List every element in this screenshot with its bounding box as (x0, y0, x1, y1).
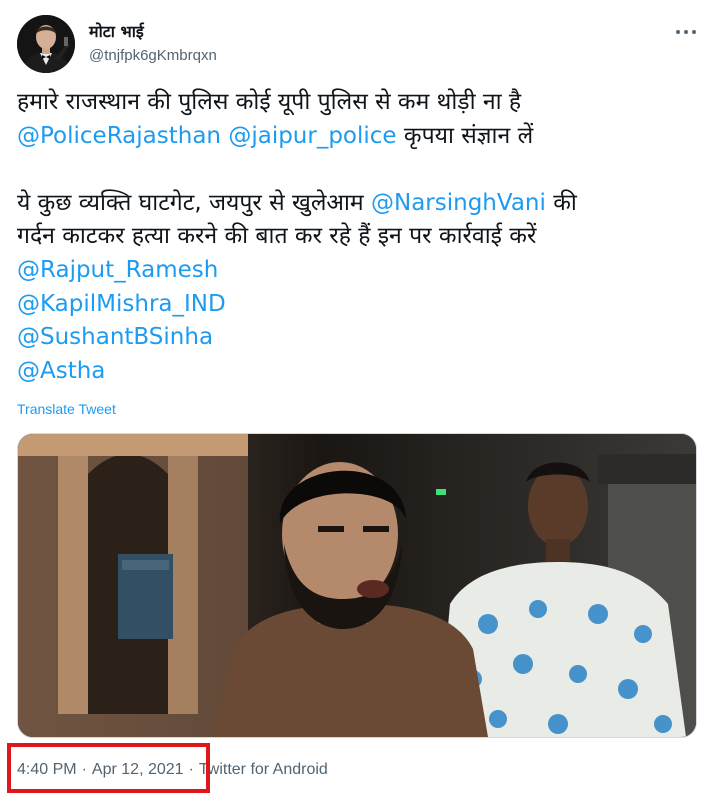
tweet-line-3: ये कुछ व्यक्ति घाटगेट, जयपुर से खुलेआम @… (17, 187, 702, 221)
tweet-media-video[interactable] (17, 433, 697, 738)
mention-link[interactable]: @SushantBSinha (17, 321, 702, 355)
timestamp-highlight-box (7, 743, 210, 793)
tweet-text-fragment: की (545, 189, 577, 216)
tweet-card: मोटा भाई @tnjfpk6gKmbrqxn हमारे राजस्थान… (0, 0, 715, 805)
more-options-button[interactable] (668, 18, 704, 46)
author-name[interactable]: मोटा भाई (89, 20, 144, 42)
tweet-text-fragment: कृपया संज्ञान लें (396, 122, 534, 149)
mention-link[interactable]: @Rajput_Ramesh (17, 254, 702, 288)
more-horizontal-icon (676, 30, 680, 34)
mention-link[interactable]: @KapilMishra_IND (17, 288, 702, 322)
tweet-line-1: हमारे राजस्थान की पुलिस कोई यूपी पुलिस स… (17, 89, 522, 115)
tweet-text: हमारे राजस्थान की पुलिस कोई यूपी पुलिस स… (17, 86, 702, 388)
mention-link[interactable]: @NarsinghVani (371, 190, 546, 216)
mention-link[interactable]: @PoliceRajasthan (17, 123, 221, 149)
translate-tweet-link[interactable]: Translate Tweet (17, 401, 116, 417)
avatar[interactable] (17, 15, 75, 73)
tweet-text-fragment: ये कुछ व्यक्ति घाटगेट, जयपुर से खुलेआम (17, 189, 371, 216)
tweet-source[interactable]: Twitter for Android (199, 761, 328, 779)
mention-link[interactable]: @Astha (17, 355, 702, 389)
mention-link[interactable]: @jaipur_police (228, 123, 396, 149)
tweet-line-2: @PoliceRajasthan @jaipur_police कृपया सं… (17, 120, 702, 154)
video-frame-image (18, 434, 696, 737)
author-handle[interactable]: @tnjfpk6gKmbrqxn (89, 47, 217, 64)
tweet-line-4: गर्दन काटकर हत्या करने की बात कर रहे हैं… (17, 223, 537, 250)
